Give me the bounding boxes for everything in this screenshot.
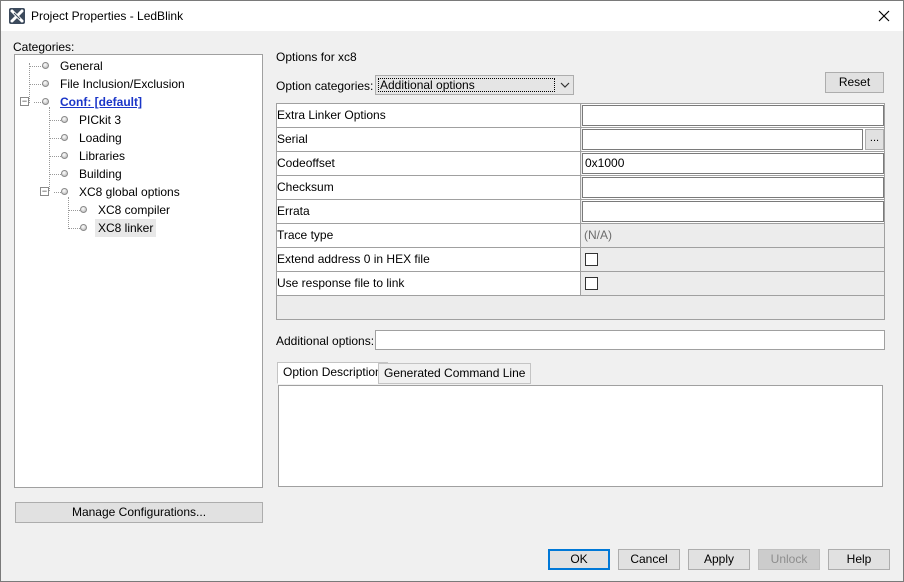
grid-row-label: Codeoffset [277,152,581,175]
tree-node-icon [61,116,68,123]
options-header: Options for xc8 [276,50,357,64]
tree-node-icon [61,170,68,177]
grid-row-label: Errata [277,200,581,223]
manage-configurations-button[interactable]: Manage Configurations... [15,502,263,523]
tree-node-icon [61,134,68,141]
tree-item-pickit3[interactable]: PICkit 3 [79,111,121,129]
tree-node-icon [61,188,68,195]
tree-node-icon [80,224,87,231]
unlock-button: Unlock [758,549,820,570]
grid-row-label: Checksum [277,176,581,199]
grid-row-value: 0x1000 [582,152,884,175]
window-title: Project Properties - LedBlink [31,9,184,23]
option-categories-value: Additional options [378,78,555,92]
grid-row-use-response-file: Use response file to link [277,272,884,296]
ok-button[interactable]: OK [548,549,610,570]
checksum-input[interactable] [582,177,884,198]
apply-button[interactable]: Apply [688,549,750,570]
tree-node-icon [61,152,68,159]
conf-collapse-toggle[interactable]: − [20,97,29,106]
grid-row-value: (N/A) [582,224,884,247]
title-bar: Project Properties - LedBlink [1,1,903,31]
extra-linker-options-input[interactable] [582,105,884,126]
option-description-panel [278,385,883,487]
tree-line [29,63,30,103]
tree-item-building[interactable]: Building [79,165,122,183]
grid-row-serial: Serial ... [277,128,884,152]
tree-node-icon [42,62,49,69]
tree-item-loading[interactable]: Loading [79,129,122,147]
use-response-file-checkbox[interactable] [585,277,598,290]
cancel-button[interactable]: Cancel [618,549,680,570]
mplab-app-icon [9,8,25,24]
tree-node-icon [80,206,87,213]
extend-address-checkbox[interactable] [585,253,598,266]
tree-item-libraries[interactable]: Libraries [79,147,125,165]
grid-row-value: ... [582,128,884,151]
grid-row-label: Use response file to link [277,272,581,295]
grid-row-value [582,248,884,271]
additional-options-input[interactable] [375,330,885,350]
tree-item-xc8-global-options[interactable]: XC8 global options [79,183,180,201]
tree-node-icon [42,80,49,87]
grid-row-label: Extend address 0 in HEX file [277,248,581,271]
serial-browse-button[interactable]: ... [865,129,884,150]
grid-row-value [582,104,884,127]
option-categories-dropdown[interactable]: Additional options [375,75,574,95]
xc8-global-collapse-toggle[interactable]: − [40,187,49,196]
serial-input[interactable] [582,129,863,150]
tree-node-icon [42,98,49,105]
close-window-button[interactable] [871,4,897,28]
grid-row-label: Extra Linker Options [277,104,581,127]
tab-generated-command-line[interactable]: Generated Command Line [378,363,532,384]
project-properties-window: Project Properties - LedBlink Categories… [0,0,904,582]
tree-item-conf-default[interactable]: Conf: [default] [60,93,142,111]
grid-row-label: Trace type [277,224,581,247]
categories-tree[interactable]: − − General File Inclusion/Exclusion Con… [14,54,263,488]
linker-options-grid: Extra Linker Options Serial ... Codeoffs… [276,103,885,320]
tree-line [29,84,43,85]
grid-row-value [582,176,884,199]
grid-row-codeoffset: Codeoffset 0x1000 [277,152,884,176]
tree-item-file-inclusion[interactable]: File Inclusion/Exclusion [60,75,185,93]
tab-option-description[interactable]: Option Description [277,362,388,384]
tree-line [29,66,43,67]
trace-type-value: (N/A) [584,228,612,242]
tree-item-general[interactable]: General [60,57,103,75]
grid-row-label: Serial [277,128,581,151]
grid-row-extra-linker-options: Extra Linker Options [277,104,884,128]
grid-row-errata: Errata [277,200,884,224]
help-button[interactable]: Help [828,549,890,570]
grid-row-value [582,200,884,223]
codeoffset-input[interactable]: 0x1000 [582,153,884,174]
chevron-down-icon [560,82,570,88]
close-icon [878,10,890,22]
categories-label: Categories: [13,40,75,54]
grid-row-checksum: Checksum [277,176,884,200]
errata-input[interactable] [582,201,884,222]
tree-item-xc8-linker[interactable]: XC8 linker [95,219,157,237]
grid-row-value [582,272,884,295]
additional-options-label: Additional options: [276,334,375,348]
reset-button[interactable]: Reset [825,72,884,93]
tree-item-xc8-compiler[interactable]: XC8 compiler [98,201,170,219]
grid-row-trace-type: Trace type (N/A) [277,224,884,248]
option-categories-label: Option categories: [276,79,374,93]
tree-line [68,197,69,227]
grid-row-extend-address: Extend address 0 in HEX file [277,248,884,272]
